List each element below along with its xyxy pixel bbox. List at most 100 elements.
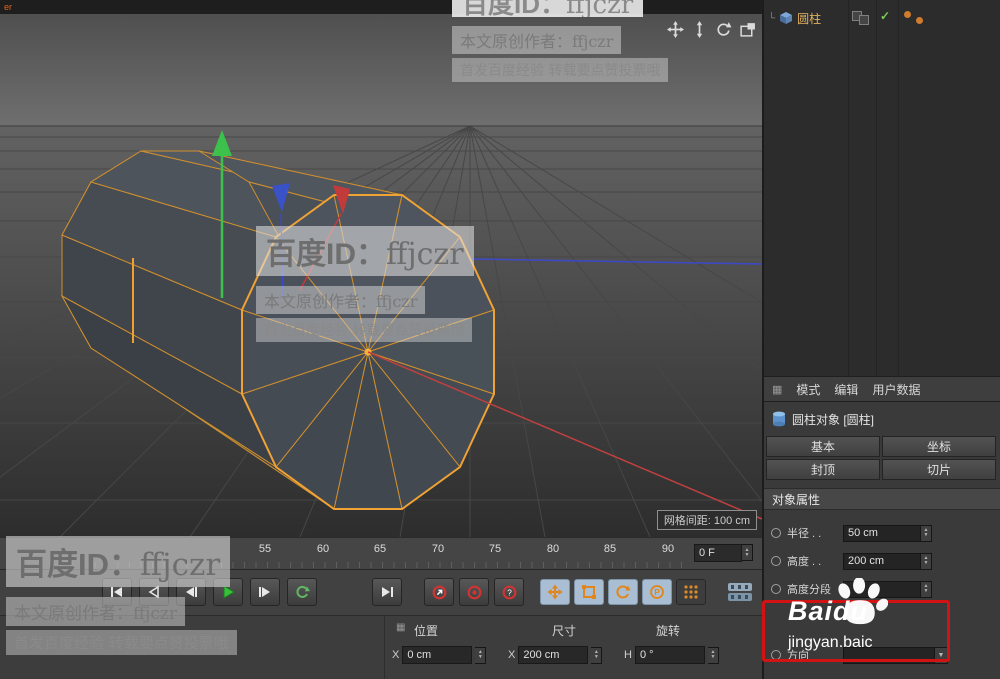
watermark-author-line: 本文原创作者：ffjczr: [6, 597, 185, 626]
watermark-id-name: ffjczr: [386, 237, 464, 272]
watermark-footer-line: 首发百度经验 转载要点赞投票哦: [6, 630, 237, 655]
watermark-baidu-logo: Baidu jingyan.baic: [788, 578, 968, 674]
watermark-id-name: ffjczr: [140, 547, 221, 583]
axis-label: H: [624, 649, 632, 661]
attribute-manager-tabbar: ▦ 模式 编辑 用户数据: [764, 376, 1000, 402]
autokey-button[interactable]: [459, 578, 489, 606]
section-header-object-properties: 对象属性: [764, 488, 1000, 510]
rotation-h-stepper[interactable]: ▲ ▼: [707, 646, 719, 664]
watermark-footer-line: 首发百度经验 转载要点赞投票哦: [452, 58, 669, 82]
ruler-tick-label: 60: [316, 543, 330, 555]
keyframe-ring-icon[interactable]: [771, 528, 781, 538]
property-row-height: 高度 . . 200 cm ▲ ▼: [764, 550, 1000, 572]
record-position-toggle[interactable]: [540, 579, 570, 605]
enabled-check-icon[interactable]: ✓: [880, 9, 890, 23]
maximize-icon[interactable]: [738, 20, 756, 38]
tab-basic[interactable]: 基本: [766, 436, 880, 457]
size-x-stepper[interactable]: ▲ ▼: [591, 646, 603, 664]
height-stepper[interactable]: ▲ ▼: [921, 552, 932, 570]
ruler-tick-label: 70: [431, 543, 445, 555]
tab-caps[interactable]: 封顶: [766, 459, 880, 480]
tab-slice[interactable]: 切片: [882, 459, 996, 480]
goto-end-button[interactable]: [372, 578, 402, 606]
point-level-animation-toggle[interactable]: [676, 579, 706, 605]
svg-text:P: P: [654, 588, 660, 597]
ruler-tick-label: 65: [373, 543, 387, 555]
tab-mode[interactable]: 模式: [796, 381, 820, 398]
position-x-input[interactable]: 0 cm: [402, 646, 473, 664]
watermark-bottom-left: 百度ID：ffjczr 本文原创作者：ffjczr 首发百度经验 转载要点赞投票…: [6, 536, 286, 655]
rotate-icon[interactable]: [714, 20, 732, 38]
watermark-id-name: ffjczr: [566, 0, 634, 17]
record-button[interactable]: [424, 578, 454, 606]
watermark-middle: 百度ID：ffjczr 本文原创作者：ffjczr 首发百度经验 转载要点赞投票…: [256, 226, 526, 342]
tab-coordinates[interactable]: 坐标: [882, 436, 996, 457]
rotation-h-input[interactable]: 0 °: [634, 646, 705, 664]
watermark-id-prefix: 百度ID：: [462, 0, 567, 17]
baidu-url-text: jingyan.baic: [788, 634, 873, 651]
record-mode-group: P: [540, 579, 706, 605]
position-x-group: X 0 cm ▲ ▼: [392, 646, 487, 664]
watermark-id-prefix: 百度ID：: [16, 547, 140, 582]
layer-square-icon[interactable]: [859, 15, 869, 25]
c4d-window: er 网格间距: 100 cm └ 圆柱 ✓ ▦ 模式 编辑 用户数据 圆柱对象…: [0, 0, 1000, 679]
object-manager[interactable]: └ 圆柱 ✓: [764, 0, 1000, 376]
frame-stepper[interactable]: ▲ ▼: [742, 544, 753, 561]
size-x-input[interactable]: 200 cm: [518, 646, 589, 664]
record-group: ?: [424, 578, 524, 606]
height-label: 高度 . .: [787, 556, 822, 568]
object-name-label[interactable]: 圆柱: [797, 10, 821, 27]
keyframe-ring-icon[interactable]: [771, 584, 781, 594]
keyframe-selection-button[interactable]: ?: [494, 578, 524, 606]
axis-label: X: [508, 649, 516, 661]
minimized-timeline-icon[interactable]: [728, 582, 754, 607]
keyframe-ring-icon[interactable]: [771, 650, 781, 660]
baidu-logo-text: Baidu: [788, 596, 869, 626]
record-rotation-toggle[interactable]: [608, 579, 638, 605]
column-separator: [876, 0, 877, 376]
editor-visibility-dot[interactable]: [904, 11, 911, 18]
render-visibility-dot[interactable]: [916, 17, 923, 24]
grip-icon: ▦: [396, 622, 406, 633]
attribute-section-buttons: 基本 坐标 封顶 切片: [766, 436, 998, 480]
rotation-h-group: H 0 ° ▲ ▼: [624, 646, 719, 664]
viewport-title-text: er: [4, 2, 13, 12]
rotation-header: 旋转: [656, 624, 681, 638]
tab-user-data[interactable]: 用户数据: [872, 381, 920, 398]
tab-edit[interactable]: 编辑: [834, 381, 858, 398]
height-input[interactable]: 200 cm: [843, 552, 921, 570]
current-frame-field[interactable]: 0 F: [694, 544, 742, 562]
panel-separator: [384, 616, 385, 679]
watermark-footer-line: 首发百度经验 转载要点赞投票哦: [256, 318, 473, 342]
tree-branch-icon: └: [768, 12, 776, 24]
ruler-tick-label: 90: [661, 543, 675, 555]
radius-stepper[interactable]: ▲ ▼: [921, 524, 932, 542]
size-x-group: X 200 cm ▲ ▼: [508, 646, 603, 664]
object-title: 圆柱对象 [圆柱]: [792, 412, 875, 427]
radius-label: 半径 . .: [787, 528, 822, 540]
object-row-cylinder[interactable]: └ 圆柱: [768, 9, 821, 27]
grid-spacing-badge: 网格间距: 100 cm: [656, 510, 757, 530]
column-separator: [898, 0, 899, 376]
watermark-id-prefix: 百度ID：: [266, 238, 386, 271]
cylinder-icon: [773, 411, 785, 427]
grip-icon: ▦: [772, 383, 783, 396]
ruler-tick-label: 75: [488, 543, 502, 555]
position-x-stepper[interactable]: ▲ ▼: [475, 646, 487, 664]
attribute-object-header: 圆柱对象 [圆柱]: [764, 404, 1000, 434]
record-parameter-toggle[interactable]: P: [642, 579, 672, 605]
property-row-radius: 半径 . . 50 cm ▲ ▼: [764, 522, 1000, 544]
axis-label: X: [392, 649, 400, 661]
watermark-top: 百度ID：ffjczr 本文原创作者：ffjczr 首发百度经验 转载要点赞投票…: [452, 0, 708, 82]
record-scale-toggle[interactable]: [574, 579, 604, 605]
ruler-tick-label: 85: [603, 543, 617, 555]
column-separator: [848, 0, 849, 376]
radius-input[interactable]: 50 cm: [843, 524, 921, 542]
svg-text:?: ?: [507, 587, 512, 597]
size-header: 尺寸: [552, 624, 577, 638]
cube-icon: [780, 12, 793, 24]
ruler-tick-label: 80: [546, 543, 560, 555]
keyframe-ring-icon[interactable]: [771, 556, 781, 566]
loop-button[interactable]: [287, 578, 317, 606]
watermark-author-line: 本文原创作者：ffjczr: [256, 286, 426, 314]
